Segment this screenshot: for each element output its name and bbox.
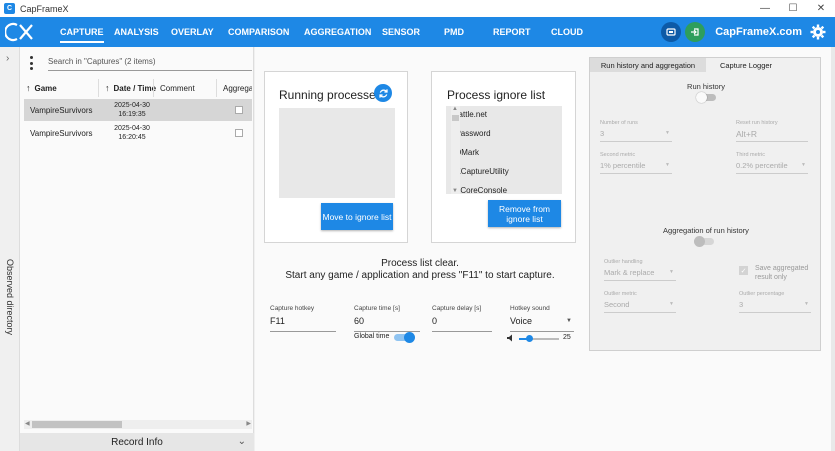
tab-pmd[interactable]: PMD	[444, 17, 464, 47]
tab-capture-logger[interactable]: Capture Logger	[706, 58, 786, 72]
scroll-up-icon: ▲	[452, 106, 458, 112]
second-metric-select: Second metric 1% percentile ▼	[600, 152, 672, 174]
dropdown-arrow-icon: ▼	[566, 318, 572, 324]
status-line-2: Start any game / application and press "…	[285, 270, 555, 281]
expand-chevron-icon[interactable]: ›	[6, 53, 9, 64]
global-time-label: Global time	[354, 333, 390, 340]
capframex-logo-icon	[0, 17, 40, 47]
table-header: ↑Game ↑Date / Time Comment Aggregat	[24, 79, 254, 97]
tab-aggregation[interactable]: AGGREGATION	[304, 17, 371, 47]
capture-main: Running processes Move to ignore list Pr…	[255, 47, 835, 451]
column-game[interactable]: ↑ Game	[24, 79, 57, 97]
number-of-runs-select: Number of runs 3 ▼	[600, 120, 672, 142]
table-row[interactable]: VampireSurvivors 2025-04-30 16:20:45	[24, 122, 252, 144]
volume-slider[interactable]	[519, 335, 559, 342]
running-processes-card: Running processes Move to ignore list	[264, 71, 408, 243]
capture-hotkey-field[interactable]: Capture hotkey F11	[270, 305, 336, 332]
outlier-percentage-select: Outlier percentage 3 ▼	[739, 291, 811, 313]
aggregation-toggle	[694, 236, 714, 247]
volume-slider-thumb[interactable]	[525, 335, 533, 342]
more-options-icon[interactable]	[29, 56, 33, 70]
close-button[interactable]: ✕	[807, 0, 835, 17]
aggregate-checkbox[interactable]	[235, 106, 243, 114]
gear-icon[interactable]	[810, 24, 826, 40]
horizontal-scrollbar[interactable]: ◀ ▶	[24, 420, 252, 429]
search-input[interactable]: Search in "Captures" (2 items)	[48, 55, 252, 71]
refresh-button[interactable]	[374, 84, 392, 102]
ignore-list-card: Process ignore list .Battle.net 1Passwor…	[431, 71, 576, 243]
title-bar: C CapFrameX — ☐ ✕	[0, 0, 835, 17]
column-date-time[interactable]: ↑ Date / Time	[98, 79, 156, 97]
right-scroll-edge	[831, 47, 835, 451]
save-aggregated-checkbox: ✓	[739, 266, 748, 275]
scroll-left-icon: ◀	[25, 421, 30, 427]
app-logo-icon: C	[4, 3, 15, 14]
tab-analysis[interactable]: ANALYSIS	[114, 17, 159, 47]
volume-value: 25	[563, 334, 571, 341]
login-icon	[691, 28, 699, 36]
running-processes-list[interactable]	[279, 108, 395, 198]
ignore-list[interactable]: .Battle.net 1Password 3DMark 4KCaptureUt…	[446, 106, 562, 194]
screenshot-icon	[666, 28, 676, 36]
tab-report[interactable]: REPORT	[493, 17, 531, 47]
chevron-down-icon: ⌄	[237, 436, 246, 447]
minimize-button[interactable]: —	[751, 0, 779, 17]
outlier-handling-select: Outlier handling Mark & replace ▼	[604, 259, 676, 281]
run-history-label: Run history	[687, 82, 725, 91]
column-aggregated[interactable]: Aggregat	[216, 79, 252, 97]
running-processes-title: Running processes	[279, 88, 382, 102]
table-row[interactable]: VampireSurvivors 2025-04-30 16:19:35	[24, 99, 252, 121]
column-comment[interactable]: Comment	[153, 79, 195, 97]
aggregate-checkbox[interactable]	[235, 129, 243, 137]
refresh-icon	[378, 88, 388, 98]
third-metric-select: Third metric 0.2% percentile ▼	[736, 152, 808, 174]
remove-from-ignore-button[interactable]: Remove from ignore list	[488, 200, 561, 227]
reset-run-history-field: Reset run history Alt+R	[736, 120, 808, 142]
tab-sensor[interactable]: SENSOR	[382, 17, 420, 47]
tab-run-history[interactable]: Run history and aggregation	[590, 58, 706, 72]
scroll-right-icon: ▶	[246, 421, 251, 427]
observed-directory-toggle[interactable]: Observed directory	[1, 237, 19, 357]
captures-panel: Search in "Captures" (2 items) ↑ Game ↑ Da…	[20, 47, 254, 451]
status-line-1: Process list clear.	[381, 258, 459, 269]
capture-time-field[interactable]: Capture time [s] 60	[354, 305, 420, 332]
window-title: CapFrameX	[20, 3, 69, 14]
capframex-site-link[interactable]: CapFrameX.com	[715, 26, 802, 38]
observed-directory-rail: › Observed directory	[0, 47, 20, 451]
outlier-metric-select: Outlier metric Second ▼	[604, 291, 676, 313]
maximize-button[interactable]: ☐	[779, 0, 807, 17]
scroll-down-icon: ▼	[452, 188, 458, 194]
run-history-panel: Run history and aggregation Capture Logg…	[589, 57, 821, 351]
global-time-toggle[interactable]	[394, 332, 415, 343]
main-nav: CAPTURE ANALYSIS OVERLAY COMPARISON AGGR…	[0, 17, 835, 47]
tab-capture[interactable]: CAPTURE	[60, 17, 104, 47]
screenshot-button[interactable]	[661, 22, 682, 42]
tab-comparison[interactable]: COMPARISON	[228, 17, 289, 47]
ignore-list-title: Process ignore list	[447, 88, 546, 102]
hotkey-sound-select[interactable]: Hotkey sound Voice ▼	[510, 305, 574, 332]
run-history-toggle[interactable]	[696, 92, 716, 103]
record-info-expander[interactable]: Record Info ⌄	[20, 433, 254, 451]
tab-cloud[interactable]: CLOUD	[551, 17, 583, 47]
save-aggregated-label: Save aggregated result only	[755, 265, 809, 281]
move-to-ignore-button[interactable]: Move to ignore list	[321, 203, 393, 230]
aggregation-label: Aggregation of run history	[663, 226, 749, 235]
vertical-scrollbar[interactable]: ▲ ▼	[451, 106, 460, 194]
capture-delay-field[interactable]: Capture delay [s] 0	[432, 305, 492, 332]
volume-icon	[507, 334, 512, 342]
login-button[interactable]	[685, 22, 706, 42]
sort-up-icon: ↑	[105, 83, 110, 93]
tab-overlay[interactable]: OVERLAY	[171, 17, 214, 47]
sort-up-icon: ↑	[26, 83, 31, 93]
